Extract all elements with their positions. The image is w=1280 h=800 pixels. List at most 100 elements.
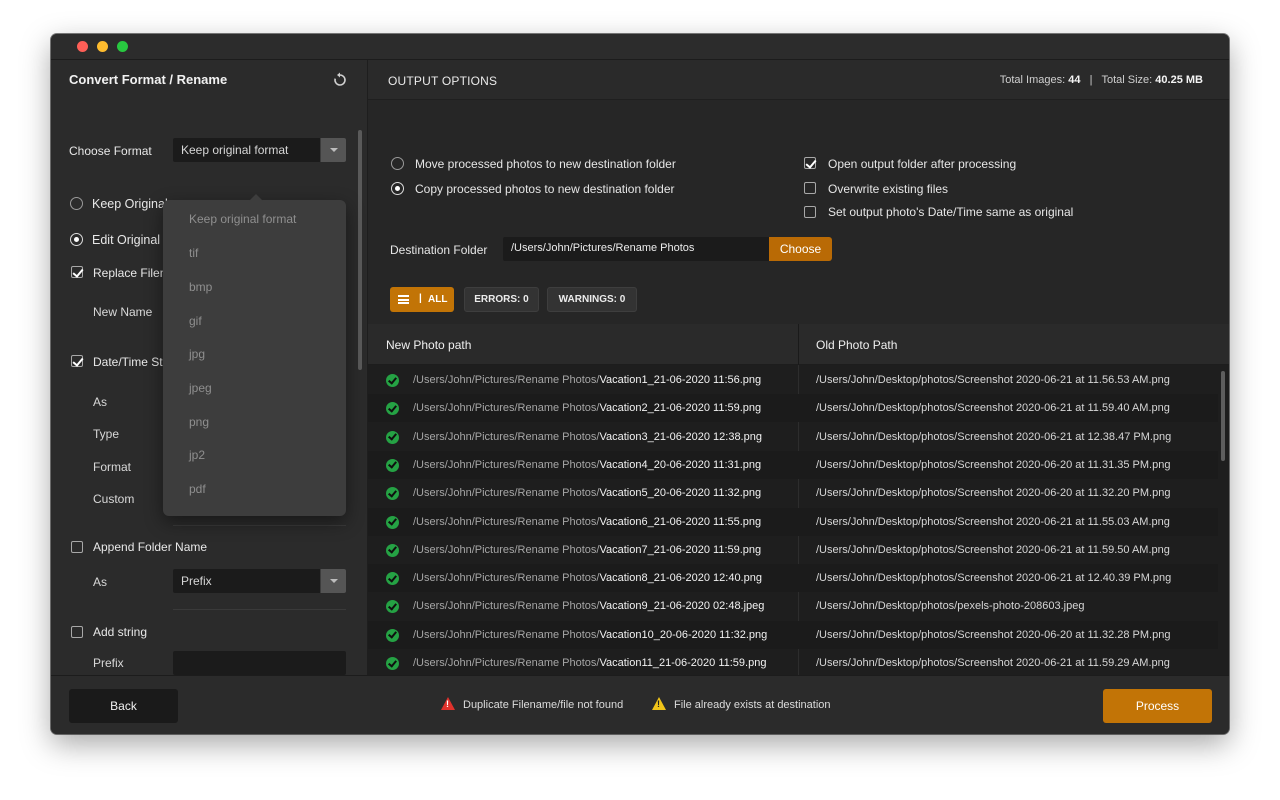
table-row[interactable]: /Users/John/Pictures/Rename Photos/Vacat… — [368, 366, 1218, 394]
zoom-window-button[interactable] — [117, 41, 128, 52]
format-label: Format — [93, 460, 132, 474]
table-row[interactable]: /Users/John/Pictures/Rename Photos/Vacat… — [368, 592, 1218, 620]
new-photo-dir: /Users/John/Pictures/Rename Photos/ — [413, 458, 600, 471]
table-row[interactable]: /Users/John/Pictures/Rename Photos/Vacat… — [368, 564, 1218, 593]
copy-photos-radio[interactable] — [391, 182, 404, 195]
reset-icon[interactable] — [332, 72, 348, 88]
close-window-button[interactable] — [77, 41, 88, 52]
new-photo-dir: /Users/John/Pictures/Rename Photos/ — [413, 600, 600, 613]
format-option[interactable]: jpg — [189, 347, 205, 361]
old-photo-path: /Users/John/Desktop/photos/Screenshot 20… — [816, 657, 1170, 669]
output-panel: OUTPUT OPTIONS Total Images: 44 | Total … — [368, 60, 1229, 706]
keep-original-radio[interactable] — [70, 197, 83, 210]
new-photo-dir: /Users/John/Pictures/Rename Photos/ — [413, 487, 600, 500]
set-datetime-checkbox[interactable] — [804, 206, 816, 218]
col-new-photo-path[interactable]: New Photo path — [386, 338, 471, 352]
sidebar-scrollbar[interactable] — [358, 130, 362, 370]
overwrite-label: Overwrite existing files — [828, 182, 949, 196]
filter-all-label: ALL — [428, 294, 448, 305]
format-select[interactable]: Keep original format — [173, 138, 346, 162]
new-photo-path: /Users/John/Pictures/Rename Photos/Vacat… — [413, 487, 761, 499]
sidebar: Convert Format / Rename Choose Format Ke… — [51, 60, 368, 675]
filter-errors-button[interactable]: ERRORS: 0 — [464, 287, 539, 312]
append-folder-checkbox[interactable] — [71, 541, 83, 553]
table-row[interactable]: /Users/John/Pictures/Rename Photos/Vacat… — [368, 649, 1218, 677]
table-row[interactable]: /Users/John/Pictures/Rename Photos/Vacat… — [368, 394, 1218, 423]
new-photo-path: /Users/John/Pictures/Rename Photos/Vacat… — [413, 431, 762, 443]
add-string-checkbox[interactable] — [71, 626, 83, 638]
table-row[interactable]: /Users/John/Pictures/Rename Photos/Vacat… — [368, 536, 1218, 564]
format-dropdown-menu: Keep original format tif bmp gif jpg jpe… — [163, 194, 346, 516]
format-option[interactable]: gif — [189, 314, 202, 328]
choose-folder-button[interactable]: Choose — [769, 237, 832, 261]
format-option[interactable]: jpeg — [189, 381, 212, 395]
new-photo-filename: Vacation8_21-06-2020 12:40.png — [599, 572, 762, 585]
destination-folder-input[interactable]: /Users/John/Pictures/Rename Photos — [503, 237, 771, 261]
open-folder-label: Open output folder after processing — [828, 157, 1017, 171]
old-photo-path: /Users/John/Desktop/photos/Screenshot 20… — [816, 374, 1170, 386]
new-photo-dir: /Users/John/Pictures/Rename Photos/ — [413, 543, 600, 556]
new-photo-filename: Vacation9_21-06-2020 02:48.jpeg — [599, 600, 765, 613]
success-check-icon — [386, 374, 399, 387]
destination-folder-label: Destination Folder — [390, 243, 488, 257]
old-photo-path: /Users/John/Desktop/photos/Screenshot 20… — [816, 515, 1170, 528]
format-option[interactable]: bmp — [189, 280, 212, 294]
table-header: New Photo path Old Photo Path — [368, 324, 1229, 365]
edit-original-label: Edit Original — [92, 233, 161, 247]
new-photo-dir: /Users/John/Pictures/Rename Photos/ — [413, 402, 600, 415]
table-row[interactable]: /Users/John/Pictures/Rename Photos/Vacat… — [368, 620, 1218, 649]
format-option[interactable]: png — [189, 415, 209, 429]
edit-original-radio[interactable] — [70, 233, 83, 246]
new-photo-filename: Vacation10_20-06-2020 11:32.png — [599, 628, 768, 641]
success-check-icon — [386, 430, 399, 444]
success-check-icon — [386, 458, 399, 472]
back-button[interactable]: Back — [69, 689, 178, 723]
divider — [173, 609, 346, 610]
open-folder-checkbox[interactable] — [804, 157, 816, 169]
overwrite-checkbox[interactable] — [804, 182, 816, 194]
table-row[interactable]: /Users/John/Pictures/Rename Photos/Vacat… — [368, 423, 1218, 451]
legend-file-exists: File already exists at destination — [674, 699, 831, 711]
new-photo-dir: /Users/John/Pictures/Rename Photos/ — [413, 657, 600, 669]
total-images-value: 44 — [1068, 74, 1081, 86]
filter-warnings-button[interactable]: WARNINGS: 0 — [547, 287, 637, 312]
datetime-stamp-label: Date/Time Sta — [93, 355, 170, 369]
output-header: OUTPUT OPTIONS Total Images: 44 | Total … — [368, 60, 1229, 100]
datetime-stamp-checkbox[interactable] — [71, 355, 83, 367]
table-row[interactable]: /Users/John/Pictures/Rename Photos/Vacat… — [368, 450, 1218, 479]
table-scrollbar[interactable] — [1221, 371, 1225, 461]
table-row[interactable]: /Users/John/Pictures/Rename Photos/Vacat… — [368, 507, 1218, 536]
format-option[interactable]: pdf — [189, 482, 206, 496]
col-old-photo-path[interactable]: Old Photo Path — [816, 338, 897, 352]
append-folder-label: Append Folder Name — [93, 540, 208, 554]
table-row[interactable]: /Users/John/Pictures/Rename Photos/Vacat… — [368, 479, 1218, 507]
new-photo-path: /Users/John/Pictures/Rename Photos/Vacat… — [413, 374, 761, 386]
new-photo-path: /Users/John/Pictures/Rename Photos/Vacat… — [413, 516, 761, 528]
format-option[interactable]: jp2 — [189, 448, 205, 462]
total-images-label: Total Images: — [999, 74, 1066, 86]
success-check-icon — [386, 543, 399, 557]
chevron-down-icon[interactable] — [320, 569, 346, 593]
success-check-icon — [386, 487, 399, 501]
totals-separator: | — [1083, 74, 1099, 86]
success-check-icon — [386, 515, 399, 529]
caution-warning-icon — [652, 697, 666, 710]
copy-photos-label: Copy processed photos to new destination… — [415, 182, 675, 196]
replace-filename-checkbox[interactable] — [71, 266, 83, 278]
move-photos-radio[interactable] — [391, 157, 404, 170]
set-datetime-label: Set output photo's Date/Time same as ori… — [828, 205, 1074, 219]
format-option[interactable]: tif — [189, 246, 198, 260]
new-photo-filename: Vacation7_21-06-2020 11:59.png — [599, 543, 762, 556]
filter-all-button[interactable]: | ALL — [390, 287, 454, 312]
prefix-input[interactable] — [173, 651, 346, 675]
format-option[interactable]: Keep original format — [189, 212, 296, 226]
append-as-select[interactable]: Prefix — [173, 569, 346, 593]
process-button[interactable]: Process — [1103, 689, 1212, 723]
minimize-window-button[interactable] — [97, 41, 108, 52]
prefix-label: Prefix — [93, 656, 124, 670]
chevron-down-icon[interactable] — [320, 138, 346, 162]
old-photo-path: /Users/John/Desktop/photos/Screenshot 20… — [816, 572, 1172, 585]
as-label: As — [93, 395, 108, 409]
new-photo-path: /Users/John/Pictures/Rename Photos/Vacat… — [413, 657, 766, 669]
footer: Back Duplicate Filename/file not found F… — [51, 675, 1229, 734]
